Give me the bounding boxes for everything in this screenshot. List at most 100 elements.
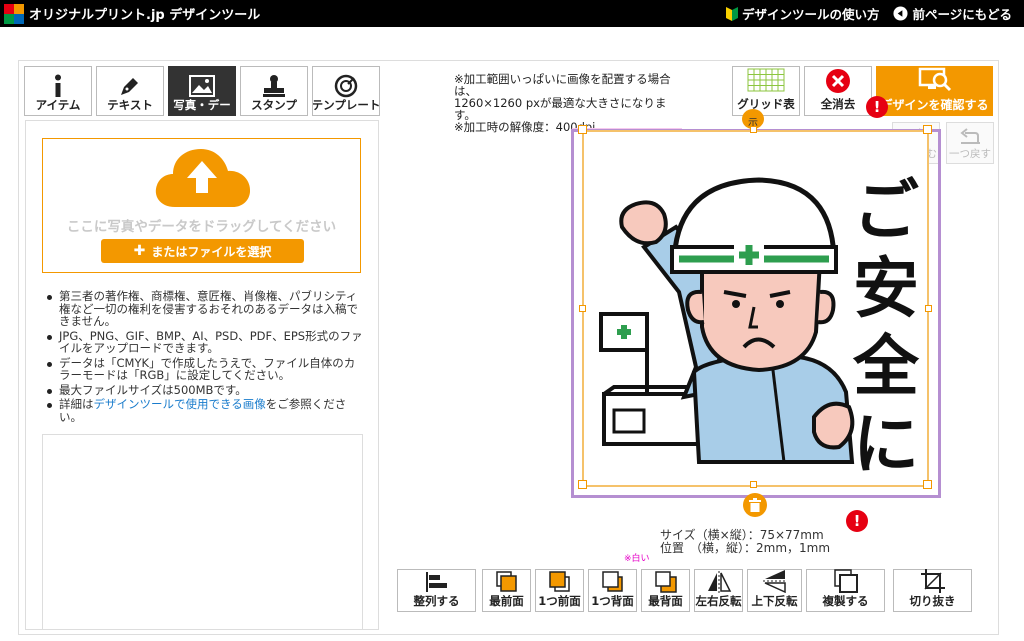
top-bar: オリジナルプリント.jp デザインツール デザインツールの使い方 前ページにもど… <box>0 0 1024 27</box>
select-file-label: またはファイルを選択 <box>151 244 272 259</box>
tab-template-label: テンプレート <box>312 98 380 112</box>
cloud-upload-icon <box>155 149 251 207</box>
white-color-note: ※白い <box>624 554 650 564</box>
info-line-1: ※加工範囲いっぱいに画像を配置する場合は、 <box>454 72 671 98</box>
send-backward-button[interactable]: 1つ背面 <box>588 569 637 612</box>
duplicate-label: 複製する <box>822 594 869 608</box>
resize-handle-top-right[interactable] <box>923 125 932 134</box>
beginner-mark-icon <box>725 6 738 21</box>
flip-horizontal-button[interactable]: 左右反転 <box>694 569 743 612</box>
photo-icon <box>189 74 215 97</box>
note-formats: JPG、PNG、GIF、BMP、AI、PSD、PDF、EPS形式のファイルをアッ… <box>44 329 364 355</box>
uploaded-images-area[interactable] <box>42 434 363 630</box>
crop-label: 切り抜き <box>909 594 956 608</box>
tab-photo-label: 写真・デー <box>173 98 231 112</box>
confirm-design-label: デザインを確認する <box>880 98 989 112</box>
tab-stamp-label: スタンプ <box>251 98 297 112</box>
undo-label: 一つ戻す <box>949 148 991 160</box>
warning-icon: ! <box>866 96 888 118</box>
resize-handle-bottom-right[interactable] <box>923 480 932 489</box>
position-readout: 位置 （横，縦）：2mm，1mm <box>660 541 831 555</box>
grid-button-label: グリッド表 <box>737 97 795 111</box>
bring-forward-button[interactable]: 1つ前面 <box>535 569 584 612</box>
tab-stamp[interactable]: スタンプ <box>240 66 308 116</box>
slogan-char-4: に <box>853 406 919 483</box>
flip-vertical-icon <box>762 570 787 593</box>
bring-to-front-button[interactable]: 最前面 <box>482 569 531 612</box>
send-backward-label: 1つ背面 <box>591 594 634 608</box>
logo-icon <box>4 3 24 24</box>
usable-images-link[interactable]: デザインツールで使用できる画像 <box>94 397 266 411</box>
align-label: 整列する <box>413 594 460 608</box>
brand[interactable]: オリジナルプリント.jp デザインツール <box>0 3 261 24</box>
align-icon <box>425 571 447 592</box>
stamp-icon <box>263 74 285 97</box>
note-max-size: 最大ファイルサイズは500MBです。 <box>44 383 364 397</box>
back-link[interactable]: 前ページにもどる <box>893 4 1012 23</box>
monitor-search-icon <box>918 67 951 92</box>
design-image[interactable]: ご 安 全 に <box>582 130 929 487</box>
undo-icon <box>960 128 980 144</box>
size-warning-icon: ! <box>846 510 868 532</box>
tab-photo[interactable]: 写真・デー <box>168 66 236 116</box>
bring-forward-icon <box>548 570 570 592</box>
resize-handle-bottom[interactable] <box>750 481 757 488</box>
tab-text-label: テキスト <box>107 98 153 112</box>
tab-item[interactable]: アイテム <box>24 66 92 116</box>
info-line-2: 1260×1260 pxが最適な大きさになります。 <box>454 96 667 122</box>
send-backward-icon <box>601 570 623 592</box>
crop-icon <box>920 569 945 593</box>
tab-template[interactable]: テンプレート <box>312 66 380 116</box>
bring-to-front-icon <box>495 570 517 592</box>
slogan-text: ご 安 全 に <box>846 172 926 484</box>
resize-handle-top[interactable] <box>750 126 757 133</box>
note-rights: 第三者の著作権、商標権、意匠権、肖像権、パブリシティ権など一切の権利を侵害するお… <box>44 290 364 328</box>
resize-handle-bottom-left[interactable] <box>578 480 587 489</box>
note-color-mode: データは「CMYK」で作成したうえで、ファイル自体のカラーモードは「RGB」に設… <box>44 356 364 382</box>
upload-notes: 第三者の著作権、商標権、意匠権、肖像権、パブリシティ権など一切の権利を侵害するお… <box>44 290 364 425</box>
slogan-char-2: 安 <box>853 250 919 327</box>
send-to-back-icon <box>654 570 677 593</box>
duplicate-button[interactable]: 複製する <box>806 569 885 612</box>
pen-icon <box>121 77 138 95</box>
brand-name: オリジナルプリント.jp デザインツール <box>29 8 261 23</box>
plus-icon: ✚ <box>133 243 146 259</box>
send-to-back-label: 最背面 <box>648 594 683 608</box>
send-to-back-button[interactable]: 最背面 <box>641 569 690 612</box>
close-circle-icon <box>826 69 850 93</box>
flip-vertical-button[interactable]: 上下反転 <box>747 569 802 612</box>
trash-icon <box>749 498 761 512</box>
help-link[interactable]: デザインツールの使い方 <box>725 4 880 23</box>
clear-all-button[interactable]: 全消去 <box>804 66 872 116</box>
select-file-button[interactable]: ✚ またはファイルを選択 <box>101 239 304 263</box>
resize-handle-right[interactable] <box>925 305 932 312</box>
undo-button[interactable]: 一つ戻す <box>946 122 994 164</box>
back-link-label: 前ページにもどる <box>912 7 1012 22</box>
tab-item-label: アイテム <box>35 98 81 112</box>
crop-button[interactable]: 切り抜き <box>893 569 972 612</box>
tab-text[interactable]: テキスト <box>96 66 164 116</box>
delete-button[interactable] <box>743 493 767 517</box>
resize-handle-left[interactable] <box>579 305 586 312</box>
duplicate-icon <box>833 569 858 593</box>
print-info: ※加工範囲いっぱいに画像を配置する場合は、 1260×1260 pxが最適な大き… <box>454 73 684 133</box>
tool-tabs: アイテム テキスト 写真・デー スタンプ テンプレート <box>24 66 380 116</box>
template-icon <box>334 74 358 97</box>
flip-horizontal-label: 左右反転 <box>695 594 742 608</box>
info-icon <box>55 74 61 97</box>
grid-icon <box>747 68 785 92</box>
grid-button[interactable]: グリッド表 <box>732 66 800 116</box>
slogan-char-3: 全 <box>853 328 919 405</box>
arrow-circle-icon <box>893 6 909 21</box>
drop-zone[interactable]: ここに写真やデータをドラッグしてください ✚ またはファイルを選択 <box>42 138 361 273</box>
resize-handle-top-left[interactable] <box>578 125 587 134</box>
flip-horizontal-icon <box>707 570 731 593</box>
note-details: 詳細はデザインツールで使用できる画像をご参照ください。 <box>44 398 364 423</box>
drop-hint: ここに写真やデータをドラッグしてください <box>66 219 337 235</box>
size-info: サイズ（横×縦）：75×77mm 位置 （横，縦）：2mm，1mm <box>660 529 830 555</box>
flip-vertical-label: 上下反転 <box>751 594 798 608</box>
bring-forward-label: 1つ前面 <box>538 594 581 608</box>
confirm-design-button[interactable]: デザインを確認する <box>876 66 993 116</box>
help-link-label: デザインツールの使い方 <box>741 7 880 22</box>
align-button[interactable]: 整列する <box>397 569 476 612</box>
